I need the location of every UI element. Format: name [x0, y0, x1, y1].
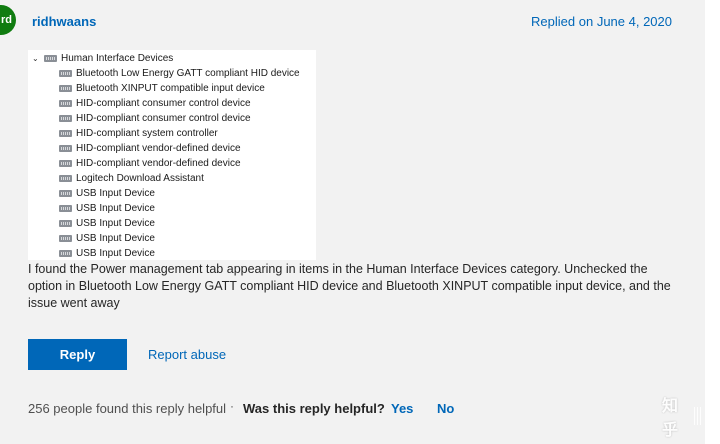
avatar-initials: rd: [1, 14, 12, 26]
tree-device-label: HID-compliant vendor-defined device: [76, 158, 241, 169]
tree-device-row: HID-compliant vendor-defined device: [59, 156, 241, 171]
user-avatar[interactable]: rd: [0, 5, 16, 35]
hid-device-icon: [59, 234, 72, 243]
separator-dot: ·: [230, 399, 234, 413]
reply-card: rd ridhwaans Replied on June 4, 2020 ⌄ H…: [0, 0, 705, 444]
hid-device-icon: [59, 84, 72, 93]
chevron-down-icon: ⌄: [32, 53, 39, 63]
hid-device-icon: [59, 174, 72, 183]
tree-device-label: USB Input Device: [76, 233, 155, 244]
tree-device-row: Bluetooth XINPUT compatible input device: [59, 81, 265, 96]
tree-category-row: ⌄ Human Interface Devices: [32, 51, 173, 66]
reply-button[interactable]: Reply: [28, 339, 127, 370]
helpful-count: 256 people found this reply helpful: [28, 401, 227, 416]
tree-device-row: HID-compliant system controller: [59, 126, 218, 141]
tree-device-label: USB Input Device: [76, 203, 155, 214]
tree-device-row: USB Input Device: [59, 201, 155, 216]
no-button[interactable]: No: [437, 401, 454, 416]
tree-device-row: Bluetooth Low Energy GATT compliant HID …: [59, 66, 300, 81]
tree-device-row: HID-compliant consumer control device: [59, 96, 251, 111]
hid-device-icon: [59, 204, 72, 213]
yes-button[interactable]: Yes: [391, 401, 413, 416]
tree-device-label: USB Input Device: [76, 248, 155, 259]
tree-device-label: HID-compliant consumer control device: [76, 98, 251, 109]
hid-device-icon: [59, 159, 72, 168]
tree-device-row: HID-compliant vendor-defined device: [59, 141, 241, 156]
tree-device-label: HID-compliant consumer control device: [76, 113, 251, 124]
tree-device-row: USB Input Device: [59, 231, 155, 246]
tree-device-label: Bluetooth XINPUT compatible input device: [76, 83, 265, 94]
helpful-question: Was this reply helpful?: [243, 401, 385, 416]
tree-category-label: Human Interface Devices: [61, 53, 174, 64]
replied-date: Replied on June 4, 2020: [531, 14, 672, 29]
tree-device-label: USB Input Device: [76, 188, 155, 199]
tree-device-row: USB Input Device: [59, 216, 155, 231]
hid-device-icon: [59, 99, 72, 108]
tree-device-label: Bluetooth Low Energy GATT compliant HID …: [76, 68, 300, 79]
hid-device-icon: [59, 189, 72, 198]
reply-body-text: I found the Power management tab appeari…: [28, 262, 671, 310]
tree-device-row: USB Input Device: [59, 186, 155, 201]
hid-device-icon: [59, 69, 72, 78]
hid-device-icon: [59, 114, 72, 123]
hid-device-icon: [59, 129, 72, 138]
report-abuse-link[interactable]: Report abuse: [148, 347, 226, 362]
tree-device-row: Logitech Download Assistant: [59, 171, 204, 186]
hid-device-icon: [59, 144, 72, 153]
hid-device-icon: [59, 219, 72, 228]
username-link[interactable]: ridhwaans: [32, 14, 96, 29]
tree-device-label: HID-compliant system controller: [76, 128, 218, 139]
zhihu-watermark: 知乎: [662, 398, 702, 439]
hid-device-icon: [59, 249, 72, 258]
tree-device-label: USB Input Device: [76, 218, 155, 229]
hid-device-icon: [44, 54, 57, 63]
tree-device-label: Logitech Download Assistant: [76, 173, 204, 184]
tree-device-label: HID-compliant vendor-defined device: [76, 143, 241, 154]
page-edge: [705, 0, 720, 444]
watermark-bars-icon: [694, 407, 702, 425]
tree-device-row: USB Input Device: [59, 246, 155, 261]
device-manager-screenshot: ⌄ Human Interface Devices Bluetooth Low …: [28, 50, 316, 260]
watermark-text: 知乎: [662, 398, 679, 439]
tree-device-row: HID-compliant consumer control device: [59, 111, 251, 126]
